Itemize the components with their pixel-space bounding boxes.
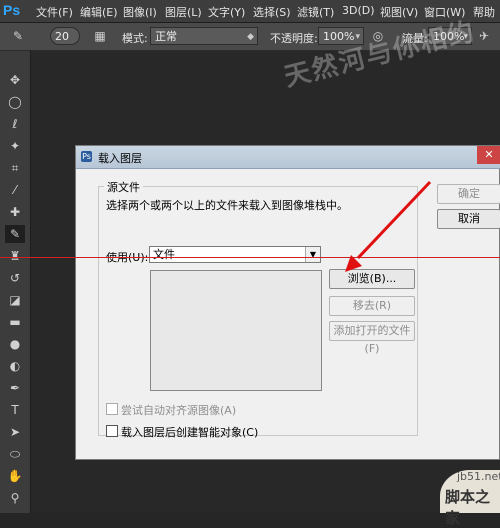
site-url: jb51.net xyxy=(457,470,500,483)
annotation-arrow xyxy=(345,180,432,272)
site-name: 脚本之家 xyxy=(445,488,491,527)
